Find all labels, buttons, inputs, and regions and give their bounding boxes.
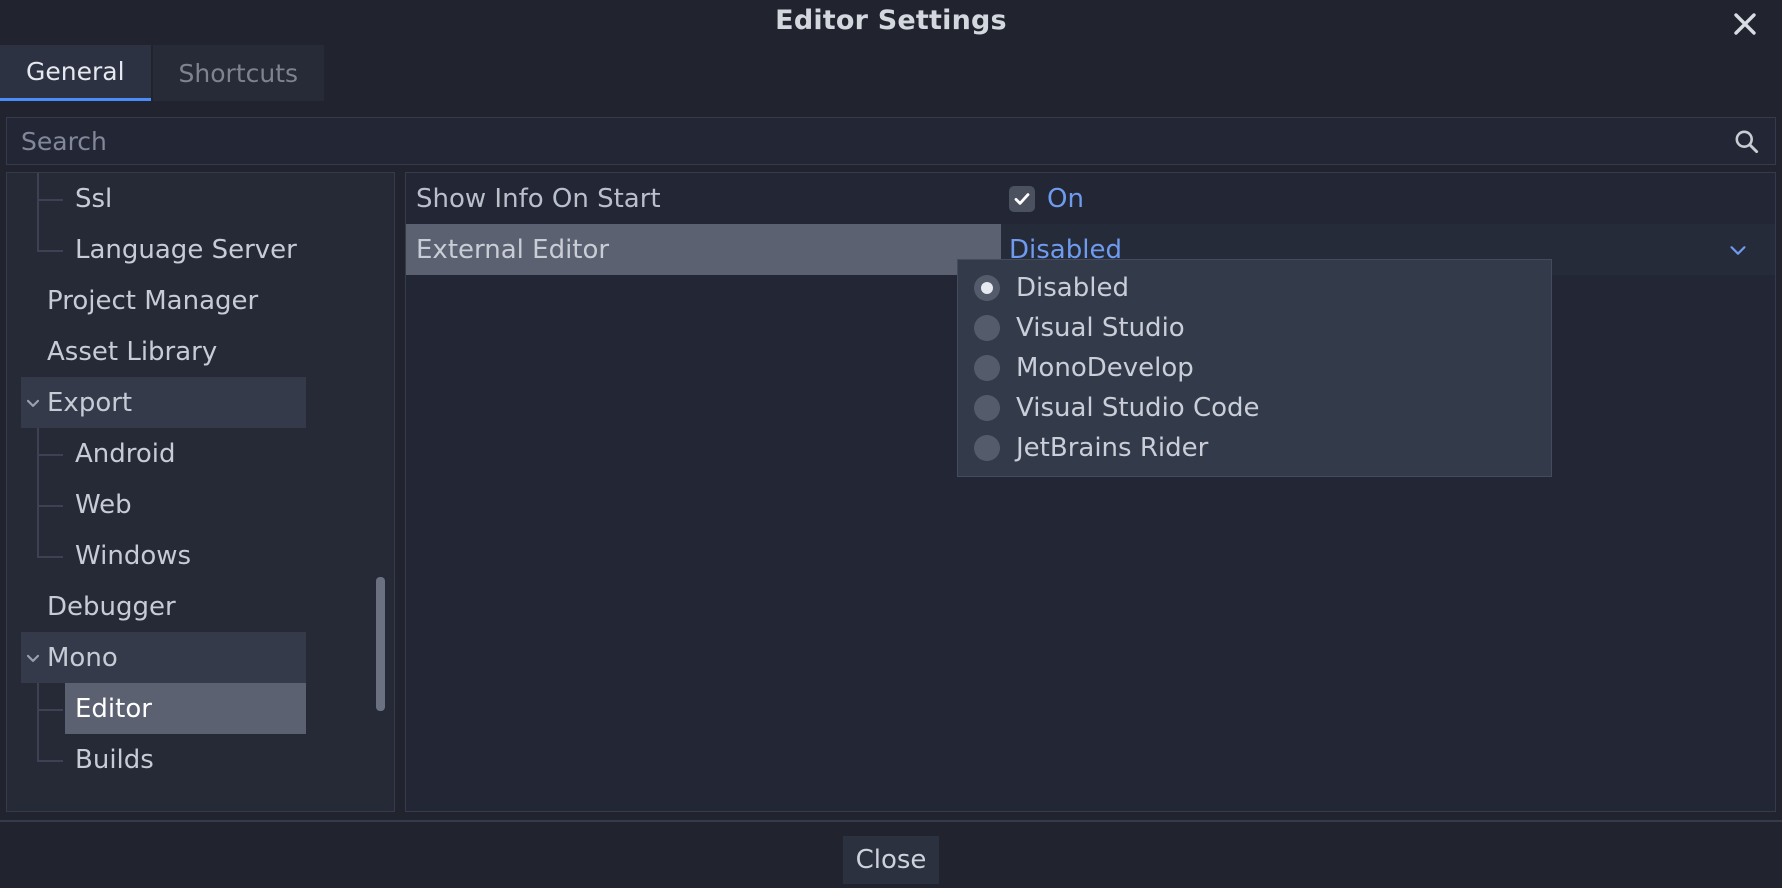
tab-shortcuts-label: Shortcuts: [179, 59, 299, 88]
tree-item-label: Asset Library: [47, 337, 217, 367]
radio-dot: [981, 282, 993, 294]
radio-selected-icon: [974, 275, 1000, 301]
tree-item-label: Language Server: [75, 235, 297, 265]
tree-item-label: Android: [75, 439, 176, 469]
footer-divider: [0, 820, 1782, 822]
tree-guide-line: [37, 530, 39, 557]
property-row-show-info-on-start: Show Info On Start On: [406, 173, 1775, 224]
tree-item-label: Export: [47, 388, 132, 418]
tree-item-label: Builds: [75, 745, 154, 775]
tree-item-web[interactable]: Web: [7, 479, 394, 530]
close-icon[interactable]: [1724, 2, 1766, 42]
tree-guide-elbow: [37, 250, 63, 252]
tree-scrollbar[interactable]: [376, 577, 385, 711]
dropdown-option-visual-studio-code[interactable]: Visual Studio Code: [958, 388, 1551, 428]
settings-category-tree[interactable]: Ssl Language Server Project Manager Asset L…: [6, 172, 395, 812]
tree-item-label: Mono: [47, 643, 118, 673]
tree-guide-elbow: [37, 505, 63, 507]
external-editor-dropdown-menu[interactable]: Disabled Visual Studio MonoDevelop Visual S…: [957, 259, 1552, 477]
tab-bar: General Shortcuts: [0, 45, 1782, 101]
tree-item-label: Web: [75, 490, 132, 520]
tree-guide-line: [37, 479, 39, 530]
tree-item-android[interactable]: Android: [7, 428, 394, 479]
tree-item-windows[interactable]: Windows: [7, 530, 394, 581]
checkbox-checked-icon: [1009, 186, 1035, 212]
tree-guide-elbow: [37, 556, 63, 558]
tree-guide-line: [37, 683, 39, 734]
tree-guide-line: [37, 428, 39, 479]
dropdown-option-label: MonoDevelop: [1016, 353, 1194, 383]
tree-item-export[interactable]: Export: [7, 377, 394, 428]
dropdown-option-monodevelop[interactable]: MonoDevelop: [958, 348, 1551, 388]
chevron-down-icon: [1727, 239, 1749, 261]
search-icon[interactable]: [1717, 128, 1775, 155]
dropdown-option-label: JetBrains Rider: [1016, 433, 1208, 463]
tree-guide-line: [37, 173, 39, 224]
dialog-titlebar: Editor Settings: [0, 0, 1782, 45]
tree-item-builds[interactable]: Builds: [7, 734, 394, 785]
tab-general-label: General: [26, 57, 125, 86]
tree-guide-line: [37, 224, 39, 251]
dropdown-option-label: Disabled: [1016, 273, 1129, 303]
radio-unselected-icon: [974, 395, 1000, 421]
tree-item-mono[interactable]: Mono: [7, 632, 394, 683]
tree-item-label: Windows: [75, 541, 191, 571]
tree-item-label: Project Manager: [47, 286, 258, 316]
dropdown-option-disabled[interactable]: Disabled: [958, 268, 1551, 308]
tree-item-ssl[interactable]: Ssl: [7, 173, 394, 224]
close-button[interactable]: Close: [843, 836, 939, 884]
dropdown-option-label: Visual Studio: [1016, 313, 1185, 343]
property-label-external-editor[interactable]: External Editor: [406, 224, 1001, 275]
chevron-down-icon[interactable]: [23, 393, 43, 413]
tree-item-label: Ssl: [75, 184, 112, 214]
tree-item-label: Editor: [75, 694, 152, 724]
search-input[interactable]: [7, 127, 1717, 156]
search-bar: [6, 117, 1776, 165]
tree-item-language-server[interactable]: Language Server: [7, 224, 394, 275]
chevron-down-icon[interactable]: [23, 648, 43, 668]
tab-shortcuts[interactable]: Shortcuts: [153, 45, 325, 101]
dropdown-option-jetbrains-rider[interactable]: JetBrains Rider: [958, 428, 1551, 468]
tree-guide-line: [37, 734, 39, 761]
checkbox-label: On: [1047, 184, 1084, 214]
property-label-show-info-on-start[interactable]: Show Info On Start: [406, 173, 1001, 224]
tree-guide-elbow: [37, 454, 63, 456]
page-title: Editor Settings: [0, 5, 1782, 36]
radio-unselected-icon: [974, 315, 1000, 341]
tree-item-project-manager[interactable]: Project Manager: [7, 275, 394, 326]
tree-guide-elbow: [37, 760, 63, 762]
dropdown-option-visual-studio[interactable]: Visual Studio: [958, 308, 1551, 348]
tree-item-label: Debugger: [47, 592, 176, 622]
dropdown-option-label: Visual Studio Code: [1016, 393, 1260, 423]
radio-unselected-icon: [974, 435, 1000, 461]
tree-guide-elbow: [37, 709, 63, 711]
tab-general[interactable]: General: [0, 45, 151, 101]
tree-item-editor[interactable]: Editor: [7, 683, 394, 734]
tree-item-asset-library[interactable]: Asset Library: [7, 326, 394, 377]
tree-guide-elbow: [37, 199, 63, 201]
property-value-show-info-on-start: On: [1001, 173, 1775, 224]
show-info-on-start-checkbox[interactable]: On: [1009, 184, 1084, 214]
radio-unselected-icon: [974, 355, 1000, 381]
tree-item-debugger[interactable]: Debugger: [7, 581, 394, 632]
